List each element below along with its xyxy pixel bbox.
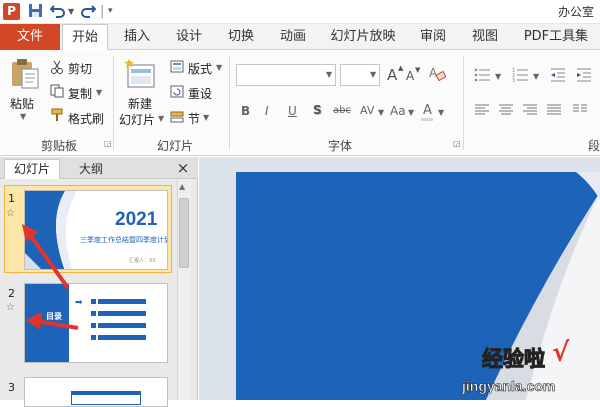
watermark-title: 经验啦 [482,347,546,372]
site-watermark: 经验啦 √ jingyanla.com [462,338,600,400]
watermark-url: jingyanla.com [462,378,556,395]
watermark-check-icon: √ [552,338,570,368]
